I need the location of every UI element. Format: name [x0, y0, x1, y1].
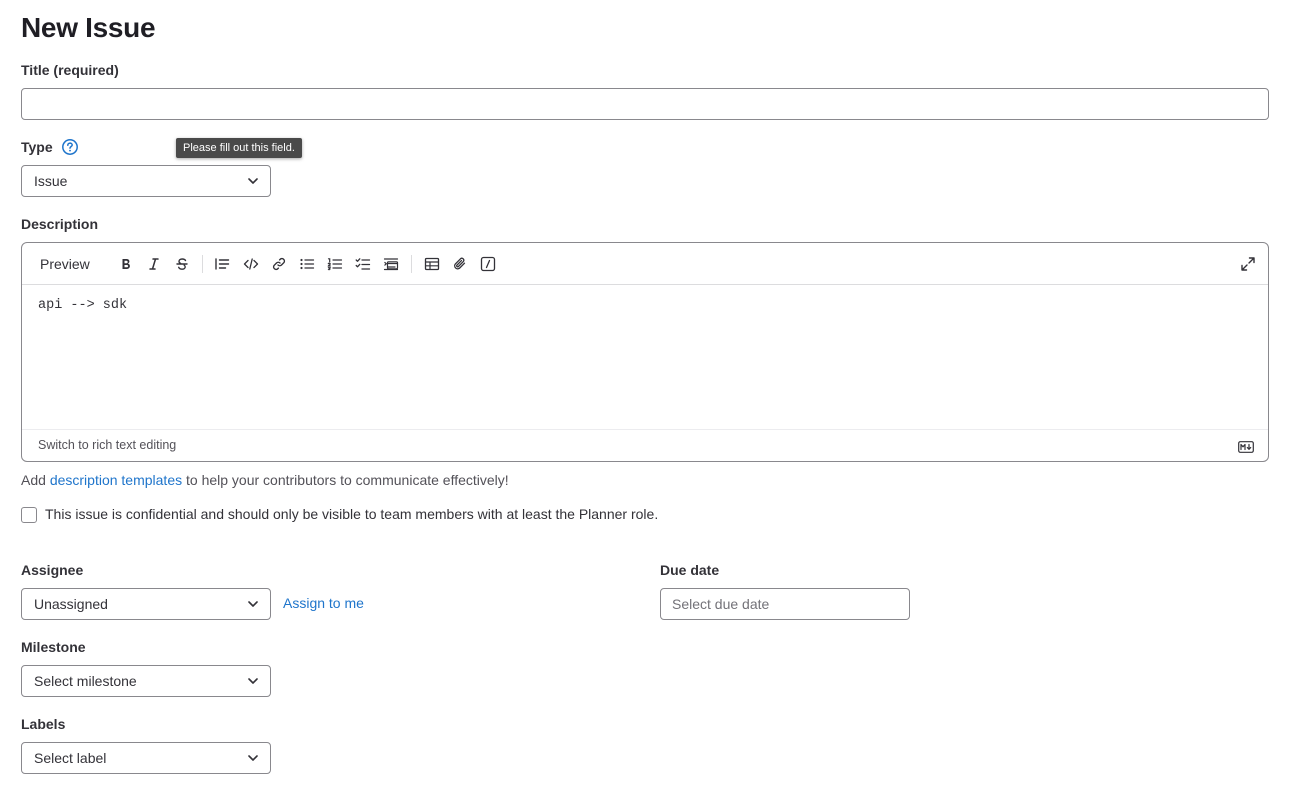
- chevron-down-icon: [248, 178, 258, 184]
- bold-icon[interactable]: [116, 254, 136, 274]
- milestone-select-value: Select milestone: [34, 673, 137, 689]
- strikethrough-icon[interactable]: [172, 254, 192, 274]
- type-label: Type: [21, 139, 53, 155]
- labels-select-value: Select label: [34, 750, 107, 766]
- numbered-list-icon[interactable]: [325, 254, 345, 274]
- fullscreen-icon[interactable]: [1238, 254, 1258, 274]
- attachment-icon[interactable]: [450, 254, 470, 274]
- chevron-down-icon: [248, 755, 258, 761]
- task-list-icon[interactable]: [353, 254, 373, 274]
- milestone-label: Milestone: [21, 639, 86, 655]
- validation-tooltip: Please fill out this field.: [176, 138, 302, 158]
- slash-command-icon[interactable]: [478, 254, 498, 274]
- assign-to-me-link[interactable]: Assign to me: [283, 595, 364, 611]
- chevron-down-icon: [248, 601, 258, 607]
- switch-rich-text-button[interactable]: Switch to rich text editing: [38, 438, 176, 452]
- assignee-select[interactable]: Unassigned: [21, 588, 271, 620]
- templates-hint: Add description templates to help your c…: [21, 472, 509, 488]
- assignee-select-value: Unassigned: [34, 596, 108, 612]
- chevron-down-icon: [248, 678, 258, 684]
- editor-toolbar: Preview: [22, 243, 1268, 285]
- bulleted-list-icon[interactable]: [297, 254, 317, 274]
- description-editor[interactable]: Preview api --> sdk Switch to rich text …: [21, 242, 1269, 462]
- title-input[interactable]: [21, 88, 1269, 120]
- markdown-icon: [1238, 440, 1254, 458]
- preview-button[interactable]: Preview: [34, 251, 96, 277]
- description-textarea[interactable]: api --> sdk: [38, 298, 127, 313]
- italic-icon[interactable]: [144, 254, 164, 274]
- toolbar-separator: [202, 255, 203, 273]
- indent-icon[interactable]: [381, 254, 401, 274]
- table-icon[interactable]: [422, 254, 442, 274]
- confidential-checkbox[interactable]: [21, 507, 37, 523]
- code-icon[interactable]: [241, 254, 261, 274]
- title-label: Title (required): [21, 62, 119, 78]
- labels-label: Labels: [21, 716, 66, 732]
- due-date-input[interactable]: [660, 588, 910, 620]
- type-select[interactable]: Issue: [21, 165, 271, 197]
- editor-footer: Switch to rich text editing: [22, 429, 1268, 462]
- labels-select[interactable]: Select label: [21, 742, 271, 774]
- link-icon[interactable]: [269, 254, 289, 274]
- question-circle-icon[interactable]: [61, 138, 79, 156]
- type-select-value: Issue: [34, 173, 68, 189]
- quote-icon[interactable]: [212, 254, 232, 274]
- confidential-label: This issue is confidential and should on…: [45, 506, 659, 522]
- milestone-select[interactable]: Select milestone: [21, 665, 271, 697]
- assignee-label: Assignee: [21, 562, 84, 578]
- page-title: New Issue: [21, 12, 156, 43]
- due-date-label: Due date: [660, 562, 720, 578]
- description-templates-link[interactable]: description templates: [50, 472, 182, 488]
- description-label: Description: [21, 216, 99, 232]
- toolbar-separator: [411, 255, 412, 273]
